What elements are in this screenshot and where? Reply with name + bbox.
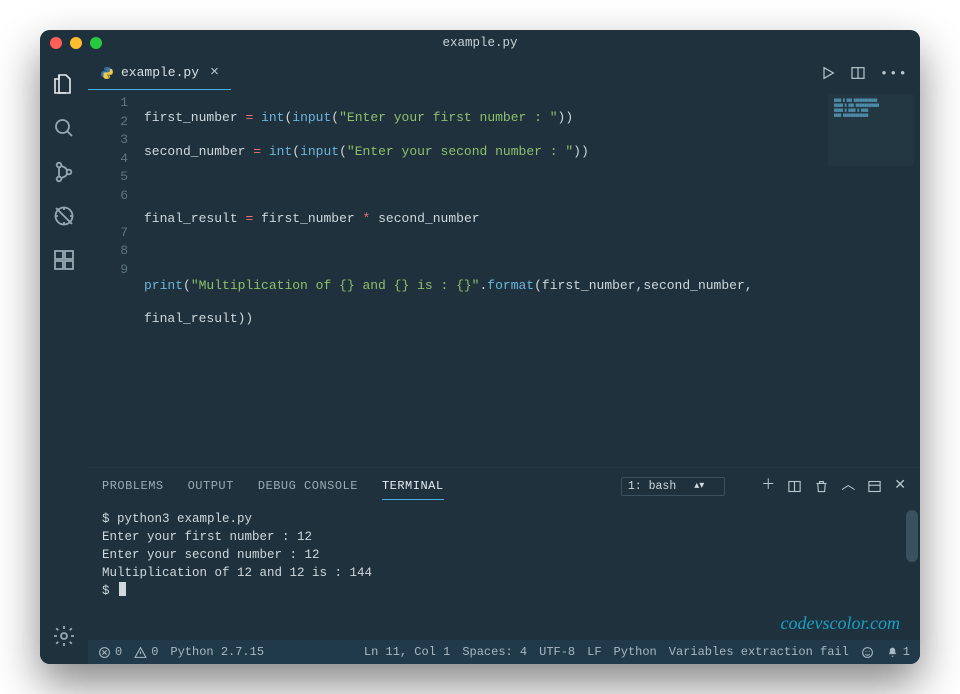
tab-example-py[interactable]: example.py × — [88, 56, 231, 90]
search-icon[interactable] — [40, 106, 88, 150]
terminal-line: Enter your second number : 12 — [102, 546, 906, 564]
editor-actions: ••• — [820, 56, 920, 90]
editor-group: example.py × ••• 123456789 first_number … — [88, 56, 920, 664]
chevron-updown-icon: ▴▾ — [694, 480, 704, 492]
split-editor-icon[interactable] — [850, 65, 866, 81]
terminal-cursor — [119, 582, 126, 596]
status-warnings[interactable]: 0 — [134, 645, 158, 659]
trash-icon[interactable] — [814, 479, 829, 494]
status-cursor-pos[interactable]: Ln 11, Col 1 — [364, 645, 450, 659]
status-errors[interactable]: 0 — [98, 645, 122, 659]
tab-label: example.py — [121, 65, 199, 80]
status-extension-msg[interactable]: Variables extraction fail — [669, 645, 849, 659]
terminal-selector-label: 1: bash — [628, 480, 676, 493]
warning-icon — [134, 646, 147, 659]
bell-icon — [886, 646, 899, 659]
status-bar: 0 0 Python 2.7.15 Ln 11, Col 1 Spaces: 4… — [88, 640, 920, 664]
editor-tabs: example.py × ••• — [88, 56, 920, 90]
bottom-panel: PROBLEMS OUTPUT DEBUG CONSOLE TERMINAL 1… — [88, 467, 920, 640]
close-tab-icon[interactable]: × — [210, 64, 219, 81]
settings-gear-icon[interactable] — [40, 614, 88, 658]
panel-tab-debug[interactable]: DEBUG CONSOLE — [258, 473, 358, 499]
status-encoding[interactable]: UTF-8 — [539, 645, 575, 659]
smiley-icon — [861, 646, 874, 659]
status-language[interactable]: Python — [614, 645, 657, 659]
status-indent[interactable]: Spaces: 4 — [462, 645, 527, 659]
status-feedback[interactable] — [861, 646, 874, 659]
vscode-window: example.py — [40, 30, 920, 664]
panel-tab-problems[interactable]: PROBLEMS — [102, 473, 164, 499]
window-title: example.py — [40, 36, 920, 50]
code-editor[interactable]: 123456789 first_number = int(input("Ente… — [88, 90, 920, 467]
maximize-panel-icon[interactable] — [867, 479, 882, 494]
titlebar: example.py — [40, 30, 920, 56]
status-notifications[interactable]: 1 — [886, 645, 910, 659]
terminal[interactable]: $ python3 example.py Enter your first nu… — [88, 504, 920, 640]
python-file-icon — [100, 66, 114, 80]
source-control-icon[interactable] — [40, 150, 88, 194]
extensions-icon[interactable] — [40, 238, 88, 282]
split-terminal-icon[interactable] — [787, 479, 802, 494]
watermark: codevscolor.com — [781, 614, 900, 632]
terminal-line: $ python3 example.py — [102, 510, 906, 528]
terminal-actions: ＋ ︿ ✕ — [761, 479, 906, 494]
panel-tab-terminal[interactable]: TERMINAL — [382, 473, 444, 500]
explorer-icon[interactable] — [40, 62, 88, 106]
close-panel-icon[interactable]: ✕ — [894, 479, 906, 493]
code-content: first_number = int(input("Enter your fir… — [144, 94, 920, 459]
debug-icon[interactable] — [40, 194, 88, 238]
status-eol[interactable]: LF — [587, 645, 601, 659]
new-terminal-icon[interactable]: ＋ — [761, 479, 775, 493]
activity-bar — [40, 56, 88, 664]
error-icon — [98, 646, 111, 659]
status-python-version[interactable]: Python 2.7.15 — [170, 645, 264, 659]
line-numbers: 123456789 — [88, 94, 144, 459]
panel-tab-output[interactable]: OUTPUT — [188, 473, 234, 499]
terminal-line: Multiplication of 12 and 12 is : 144 — [102, 564, 906, 582]
minimap[interactable]: ████ █ ███ █████████████ █████ █ ███ ███… — [828, 94, 914, 166]
panel-tabs: PROBLEMS OUTPUT DEBUG CONSOLE TERMINAL 1… — [88, 468, 920, 504]
terminal-selector[interactable]: 1: bash ▴▾ — [621, 477, 725, 496]
terminal-scrollbar[interactable] — [906, 510, 918, 562]
more-actions-icon[interactable]: ••• — [880, 66, 908, 81]
run-icon[interactable] — [820, 65, 836, 81]
chevron-up-icon[interactable]: ︿ — [841, 479, 855, 493]
terminal-line: $ — [102, 582, 906, 600]
terminal-line: Enter your first number : 12 — [102, 528, 906, 546]
